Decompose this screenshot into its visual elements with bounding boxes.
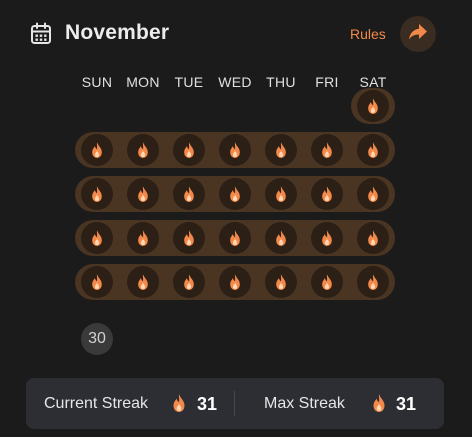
weekday-tue: TUE bbox=[174, 74, 204, 90]
streak-divider bbox=[234, 391, 235, 416]
calendar-day[interactable] bbox=[81, 222, 113, 254]
flame-icon bbox=[90, 141, 104, 159]
calendar-day[interactable] bbox=[127, 178, 159, 210]
flame-icon bbox=[90, 229, 104, 247]
weekday-fri: FRI bbox=[315, 74, 339, 90]
calendar-day[interactable] bbox=[173, 266, 205, 298]
calendar-day[interactable] bbox=[81, 178, 113, 210]
flame-icon bbox=[90, 185, 104, 203]
calendar-day[interactable] bbox=[127, 134, 159, 166]
flame-icon bbox=[320, 273, 334, 291]
current-streak-label: Current Streak bbox=[44, 395, 149, 412]
calendar-day[interactable] bbox=[219, 222, 251, 254]
weekday-wed: WED bbox=[218, 74, 252, 90]
flame-icon bbox=[366, 273, 380, 291]
flame-icon bbox=[182, 229, 196, 247]
max-streak-flame-icon bbox=[371, 393, 387, 418]
flame-icon bbox=[182, 185, 196, 203]
month-title: November bbox=[65, 21, 170, 44]
header: November Rules bbox=[30, 16, 436, 52]
flame-icon bbox=[274, 141, 288, 159]
flame-icon bbox=[90, 273, 104, 291]
max-streak-label: Max Streak bbox=[264, 395, 345, 412]
calendar-day[interactable] bbox=[311, 134, 343, 166]
weekday-mon: MON bbox=[126, 74, 160, 90]
flame-icon bbox=[366, 229, 380, 247]
calendar-day[interactable] bbox=[173, 222, 205, 254]
flame-icon bbox=[366, 141, 380, 159]
flame-icon bbox=[274, 273, 288, 291]
flame-icon bbox=[136, 229, 150, 247]
flame-icon bbox=[320, 141, 334, 159]
calendar-day[interactable] bbox=[357, 178, 389, 210]
flame-icon bbox=[136, 185, 150, 203]
calendar-day[interactable] bbox=[81, 266, 113, 298]
max-streak-value: 31 bbox=[396, 394, 417, 414]
flame-icon bbox=[366, 185, 380, 203]
calendar-day[interactable] bbox=[265, 266, 297, 298]
calendar-day-30[interactable]: 30 bbox=[81, 323, 113, 355]
calendar-day[interactable] bbox=[173, 178, 205, 210]
calendar-day[interactable] bbox=[265, 178, 297, 210]
flame-icon bbox=[320, 185, 334, 203]
flame-icon bbox=[274, 185, 288, 203]
calendar-icon bbox=[30, 22, 52, 46]
calendar-day[interactable] bbox=[173, 134, 205, 166]
calendar-day[interactable] bbox=[357, 134, 389, 166]
flame-icon bbox=[274, 229, 288, 247]
calendar-day[interactable] bbox=[311, 222, 343, 254]
calendar-day[interactable] bbox=[265, 134, 297, 166]
flame-icon bbox=[182, 141, 196, 159]
flame-icon bbox=[182, 273, 196, 291]
calendar-day[interactable] bbox=[219, 266, 251, 298]
calendar-day[interactable] bbox=[127, 222, 159, 254]
flame-icon bbox=[320, 229, 334, 247]
current-streak-value: 31 bbox=[197, 394, 218, 414]
flame-icon bbox=[228, 185, 242, 203]
calendar-day[interactable] bbox=[265, 222, 297, 254]
calendar-day[interactable] bbox=[357, 90, 389, 122]
calendar-day[interactable] bbox=[357, 266, 389, 298]
calendar-day[interactable] bbox=[357, 222, 389, 254]
calendar-day[interactable] bbox=[311, 178, 343, 210]
flame-icon bbox=[228, 229, 242, 247]
rules-link[interactable]: Rules bbox=[350, 26, 386, 42]
calendar-day[interactable] bbox=[219, 134, 251, 166]
calendar-day[interactable] bbox=[219, 178, 251, 210]
weekday-thu: THU bbox=[266, 74, 296, 90]
share-button[interactable] bbox=[400, 16, 436, 52]
share-arrow-icon bbox=[408, 23, 428, 46]
calendar-day[interactable] bbox=[81, 134, 113, 166]
streak-summary: Current Streak 31 Max Streak 31 bbox=[26, 378, 444, 429]
flame-icon bbox=[366, 97, 380, 115]
flame-icon bbox=[136, 273, 150, 291]
flame-icon bbox=[228, 273, 242, 291]
weekday-sun: SUN bbox=[81, 74, 113, 90]
calendar-day[interactable] bbox=[311, 266, 343, 298]
flame-icon bbox=[136, 141, 150, 159]
calendar-day[interactable] bbox=[127, 266, 159, 298]
flame-icon bbox=[228, 141, 242, 159]
current-streak-flame-icon bbox=[171, 393, 187, 418]
